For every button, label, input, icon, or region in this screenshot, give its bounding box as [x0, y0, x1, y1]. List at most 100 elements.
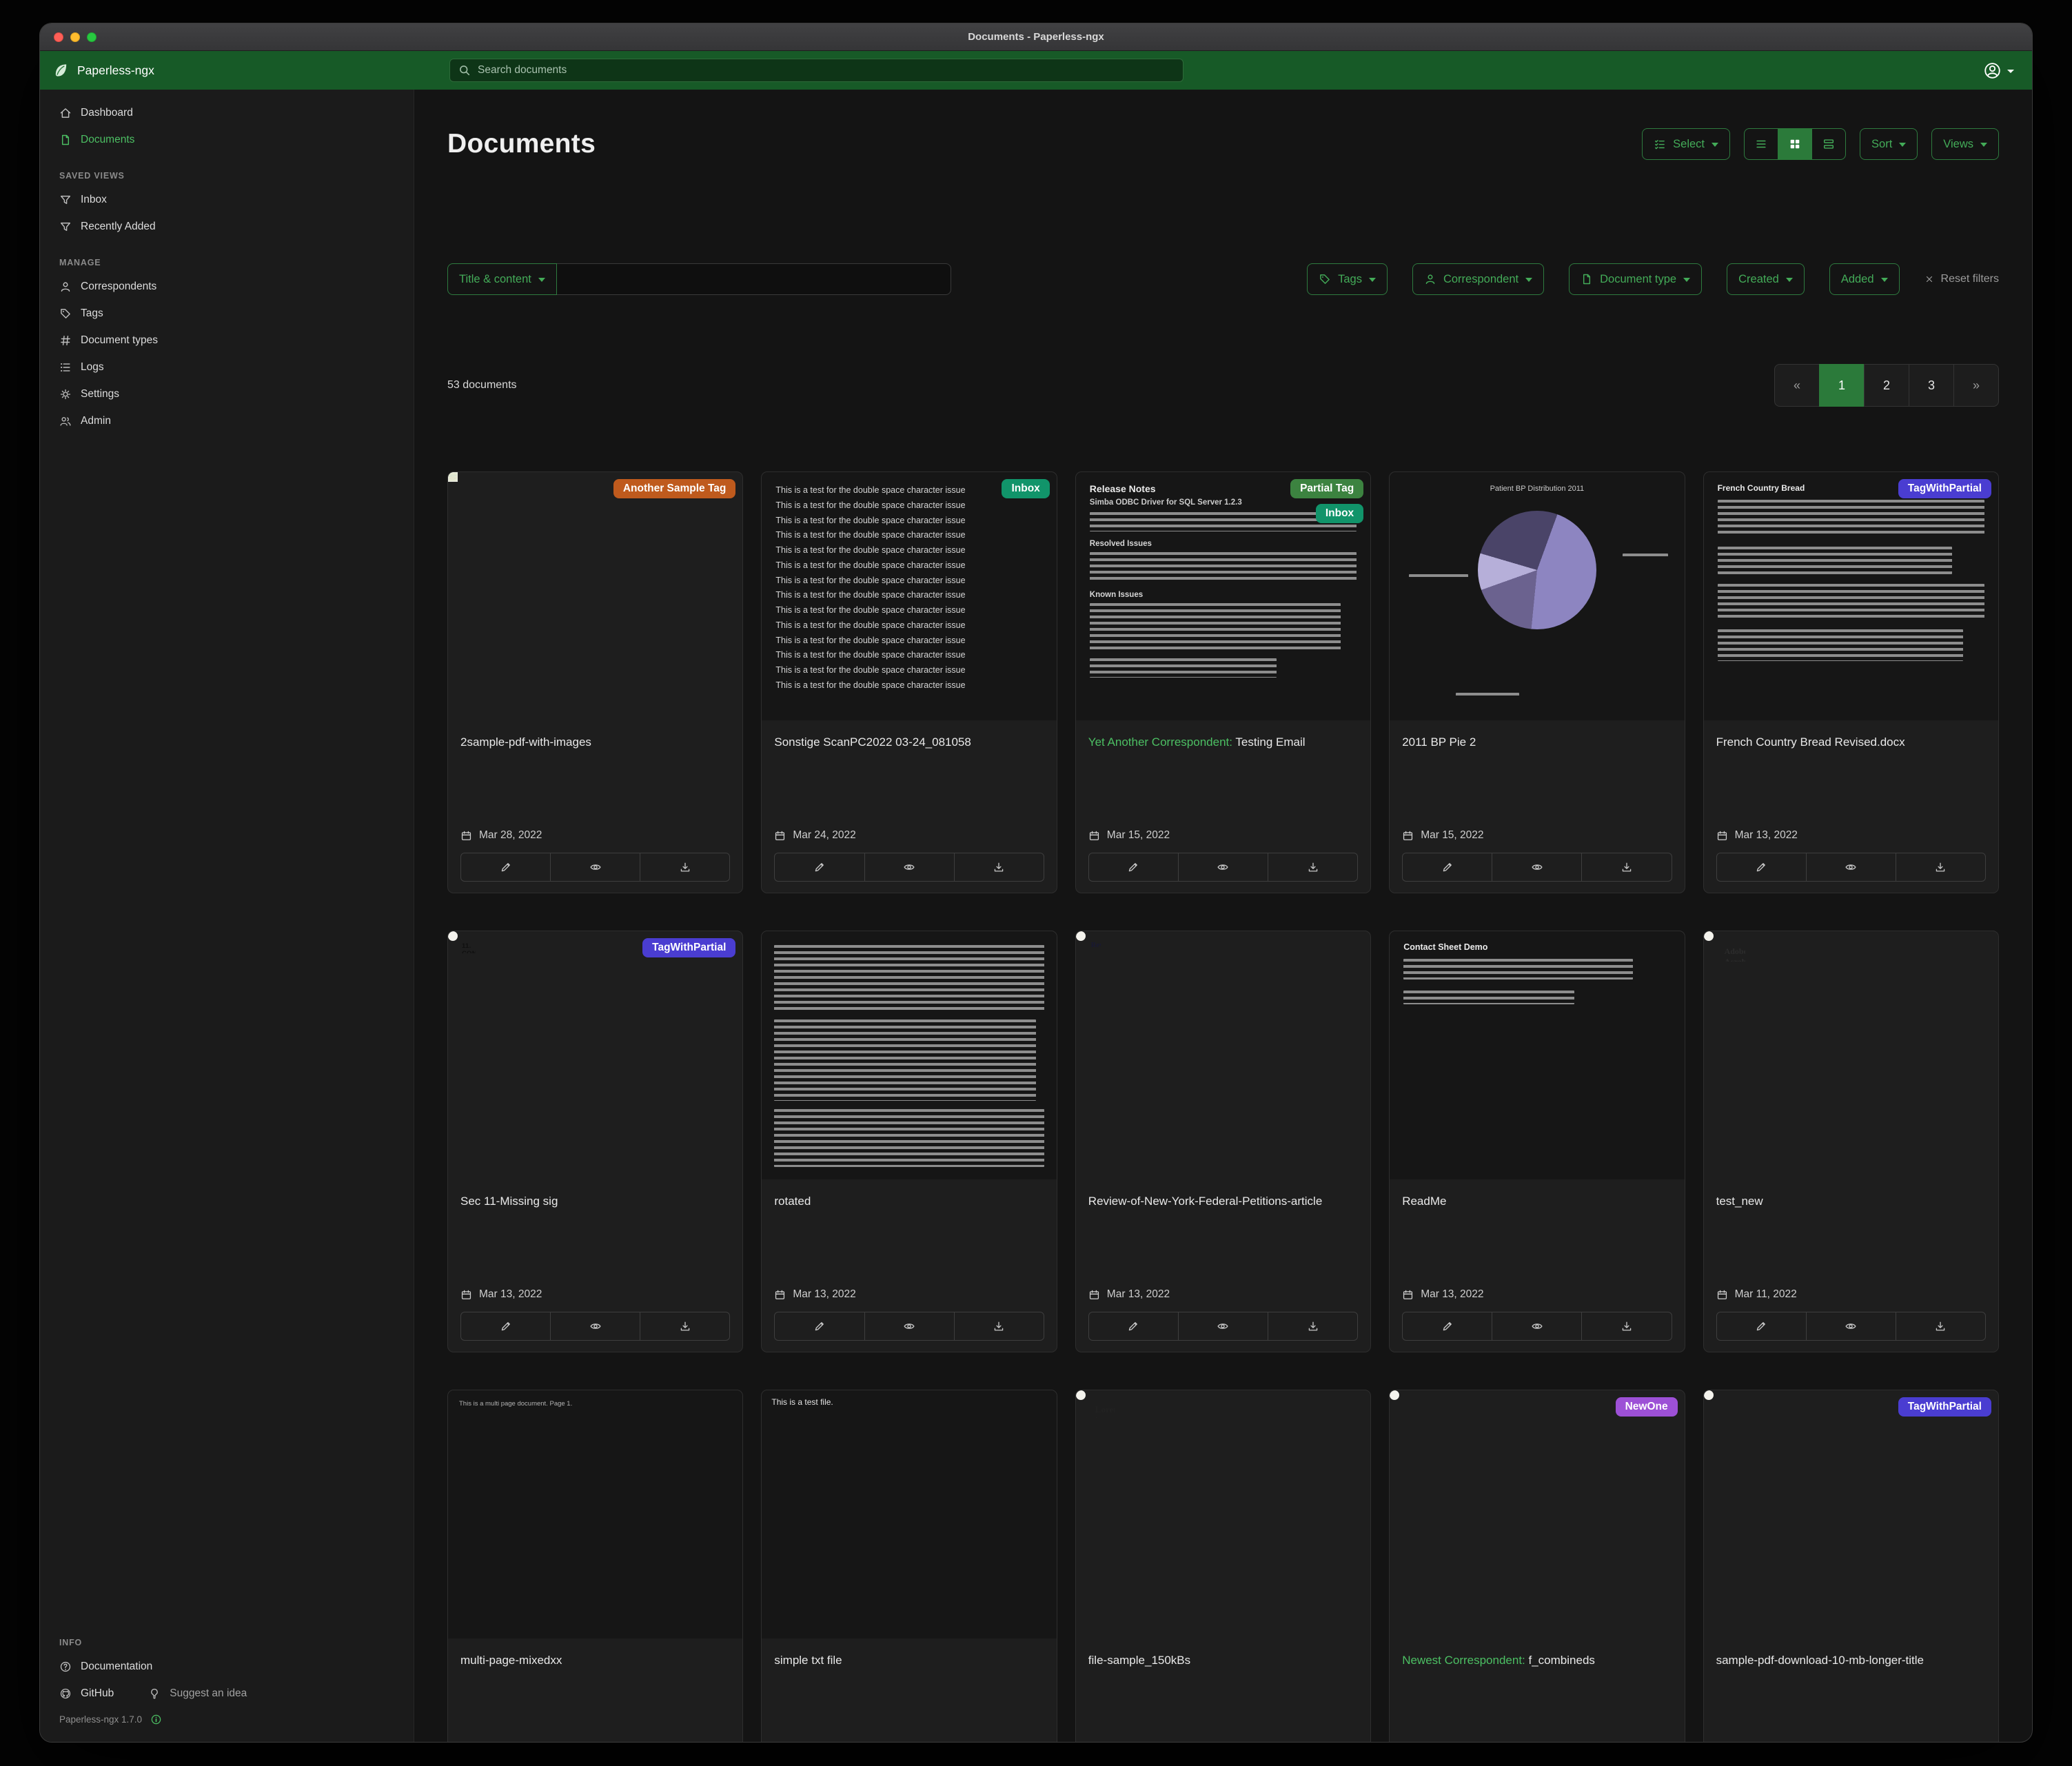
pagination-page-1-button[interactable]: 1	[1819, 364, 1865, 407]
view-mode-cards-button[interactable]	[1811, 128, 1846, 160]
views-button[interactable]: Views	[1931, 128, 1999, 160]
document-title[interactable]: simple txt file	[774, 1652, 1044, 1669]
document-title[interactable]: Newest Correspondent: f_combineds	[1402, 1652, 1672, 1669]
tag-badge[interactable]: TagWithPartial	[1898, 1397, 1991, 1417]
document-title[interactable]: Yet Another Correspondent: Testing Email	[1088, 734, 1358, 751]
correspondent-link[interactable]: Yet Another Correspondent:	[1088, 735, 1232, 749]
sidebar-item-documentation[interactable]: Documentation	[40, 1653, 414, 1680]
document-title[interactable]: Sonstige ScanPC2022 03-24_081058	[774, 734, 1044, 751]
sidebar-item-inbox[interactable]: Inbox	[40, 186, 414, 213]
correspondent-link[interactable]: Newest Correspondent:	[1402, 1654, 1525, 1667]
document-title[interactable]: test_new	[1716, 1193, 1986, 1210]
user-menu-button[interactable]	[1983, 61, 2014, 80]
edit-document-button[interactable]	[1402, 1312, 1492, 1341]
document-title[interactable]: sample-pdf-download-10-mb-longer-title	[1716, 1652, 1986, 1669]
download-document-button[interactable]	[1268, 1312, 1358, 1341]
download-document-button[interactable]	[1896, 853, 1986, 882]
document-title[interactable]: rotated	[774, 1193, 1044, 1210]
filter-document-type-button[interactable]: Document type	[1569, 263, 1702, 295]
document-thumbnail[interactable]: Adobe Acrobat PDF Files	[1704, 931, 1998, 1179]
sidebar-item-dashboard[interactable]: Dashboard	[40, 99, 414, 126]
sidebar-item-github[interactable]: GitHub	[40, 1680, 125, 1707]
sidebar-item-settings[interactable]: Settings	[40, 380, 414, 407]
download-document-button[interactable]	[1581, 853, 1672, 882]
sidebar-item-suggest-idea[interactable]: Suggest an idea	[125, 1680, 258, 1707]
pagination-page-3-button[interactable]: 3	[1909, 364, 1954, 407]
document-thumbnail[interactable]	[762, 931, 1056, 1179]
view-document-button[interactable]	[550, 853, 640, 882]
edit-document-button[interactable]	[774, 1312, 864, 1341]
download-document-button[interactable]	[640, 853, 730, 882]
reset-filters-button[interactable]: Reset filters	[1924, 273, 1999, 285]
edit-document-button[interactable]	[1402, 853, 1492, 882]
sidebar-item-documents[interactable]: Documents	[40, 126, 414, 153]
tag-badge[interactable]: Partial Tag	[1290, 479, 1363, 498]
tag-badge[interactable]: Inbox	[1316, 504, 1363, 523]
view-document-button[interactable]	[864, 853, 955, 882]
view-document-button[interactable]	[1806, 1312, 1896, 1341]
document-title[interactable]: Sec 11-Missing sig	[460, 1193, 730, 1210]
edit-document-button[interactable]	[1088, 853, 1179, 882]
sidebar-item-document-types[interactable]: Document types	[40, 327, 414, 354]
edit-document-button[interactable]	[1716, 853, 1807, 882]
view-document-button[interactable]	[1806, 853, 1896, 882]
view-document-button[interactable]	[1492, 1312, 1582, 1341]
global-search[interactable]	[449, 59, 1184, 82]
sidebar-item-tags[interactable]: Tags	[40, 300, 414, 327]
sidebar-item-logs[interactable]: Logs	[40, 354, 414, 380]
download-document-button[interactable]	[1581, 1312, 1672, 1341]
filter-correspondent-button[interactable]: Correspondent	[1412, 263, 1544, 295]
sort-button[interactable]: Sort	[1860, 128, 1918, 160]
brand[interactable]: Paperless-ngx	[52, 62, 449, 79]
tag-badge[interactable]: Another Sample Tag	[613, 479, 736, 498]
document-title[interactable]: multi-page-mixedxx	[460, 1652, 730, 1669]
document-title[interactable]: Review-of-New-York-Federal-Petitions-art…	[1088, 1193, 1358, 1210]
document-title[interactable]: file-sample_150kBs	[1088, 1652, 1358, 1669]
filter-text-input[interactable]	[557, 263, 951, 295]
document-thumbnail[interactable]: NewOne	[1390, 1390, 1684, 1638]
edit-document-button[interactable]	[460, 1312, 551, 1341]
download-document-button[interactable]	[1268, 853, 1358, 882]
tag-badge[interactable]: TagWithPartial	[642, 938, 735, 957]
document-title[interactable]: ReadMe	[1402, 1193, 1672, 1210]
view-document-button[interactable]	[1178, 1312, 1268, 1341]
tag-badge[interactable]: TagWithPartial	[1898, 479, 1991, 498]
zoom-window-button[interactable]	[87, 32, 97, 42]
tag-badge[interactable]: NewOne	[1616, 1397, 1678, 1417]
document-thumbnail[interactable]: Review of New York Federal Petitions for…	[1076, 931, 1370, 1179]
document-title[interactable]: 2011 BP Pie 2	[1402, 734, 1672, 751]
edit-document-button[interactable]	[460, 853, 551, 882]
sidebar-item-correspondents[interactable]: Correspondents	[40, 273, 414, 300]
document-thumbnail[interactable]: French Country Bread TagWithPartial	[1704, 472, 1998, 720]
document-thumbnail[interactable]: 11. CONTINUING MEDICAL EDUCA TagWithPart…	[448, 931, 742, 1179]
info-icon[interactable]	[150, 1714, 162, 1725]
pagination-page-2-button[interactable]: 2	[1864, 364, 1909, 407]
view-mode-grid-button[interactable]	[1778, 128, 1812, 160]
view-document-button[interactable]	[1492, 853, 1582, 882]
download-document-button[interactable]	[954, 853, 1044, 882]
document-thumbnail[interactable]: This is a test file.	[762, 1390, 1056, 1638]
sidebar-item-recently-added[interactable]: Recently Added	[40, 213, 414, 240]
edit-document-button[interactable]	[774, 853, 864, 882]
minimize-window-button[interactable]	[70, 32, 80, 42]
document-thumbnail[interactable]: Another Sample Tag	[448, 472, 742, 720]
document-thumbnail[interactable]: Lorem ipsumLorem ipsum dolor sit amet, c…	[1076, 1390, 1370, 1638]
document-thumbnail[interactable]: This is a multi page document. Page 1.	[448, 1390, 742, 1638]
download-document-button[interactable]	[1896, 1312, 1986, 1341]
close-window-button[interactable]	[54, 32, 63, 42]
document-title[interactable]: 2sample-pdf-with-images	[460, 734, 730, 751]
pagination-next-button[interactable]: »	[1953, 364, 1999, 407]
view-mode-list-button[interactable]	[1744, 128, 1778, 160]
view-document-button[interactable]	[1178, 853, 1268, 882]
pagination-prev-button[interactable]: «	[1774, 364, 1820, 407]
document-thumbnail[interactable]: TagWithPartial	[1704, 1390, 1998, 1638]
download-document-button[interactable]	[954, 1312, 1044, 1341]
tag-badge[interactable]: Inbox	[1002, 479, 1049, 498]
document-thumbnail[interactable]: Release NotesSimba ODBC Driver for SQL S…	[1076, 472, 1370, 720]
filter-tags-button[interactable]: Tags	[1307, 263, 1388, 295]
document-thumbnail[interactable]: Patient BP Distribution 2011	[1390, 472, 1684, 720]
document-thumbnail[interactable]: Contact Sheet Demo	[1390, 931, 1684, 1179]
filter-title-content-button[interactable]: Title & content	[447, 263, 557, 295]
select-button[interactable]: Select	[1642, 128, 1730, 160]
download-document-button[interactable]	[640, 1312, 730, 1341]
